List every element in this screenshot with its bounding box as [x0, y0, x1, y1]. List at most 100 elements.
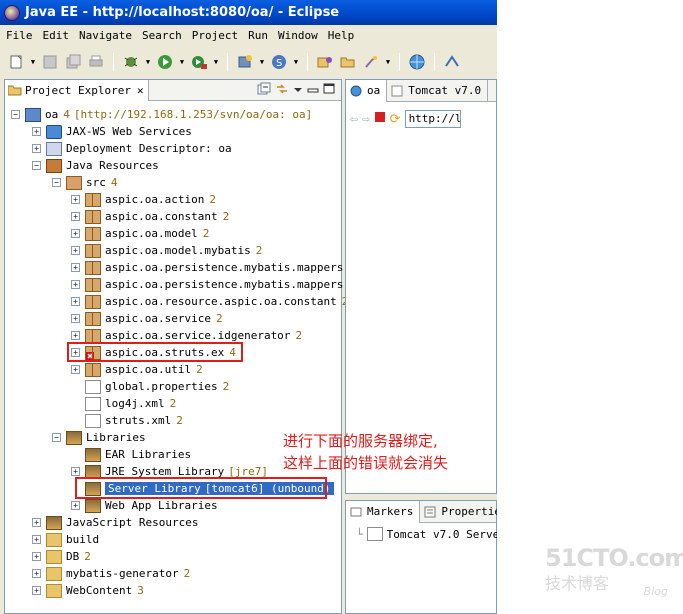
- watermark: 51CTO.com 技术博客 Blog: [545, 544, 683, 604]
- tree-item-package[interactable]: + aspic.oa.persistence.mybatis.mappers.a…: [71, 276, 363, 293]
- menu-help[interactable]: Help: [323, 29, 360, 42]
- tree-item-library[interactable]: + Web App Libraries: [71, 497, 218, 514]
- collapse-toggle-icon[interactable]: −: [11, 110, 20, 119]
- tree-item-jaxws[interactable]: + JAX-WS Web Services: [32, 123, 192, 140]
- tree-item-folder[interactable]: + DB 2: [32, 548, 91, 565]
- tab-oa[interactable]: oa: [346, 79, 388, 102]
- expand-toggle-icon[interactable]: +: [32, 144, 41, 153]
- web-browser-icon[interactable]: [407, 52, 427, 72]
- tree-item-package[interactable]: + aspic.oa.persistence.mybatis.mappers 2: [71, 259, 355, 276]
- menu-window[interactable]: Window: [273, 29, 323, 42]
- expand-toggle-icon[interactable]: +: [71, 314, 80, 323]
- expand-toggle-icon[interactable]: +: [32, 586, 41, 595]
- collapse-all-icon[interactable]: [257, 82, 271, 99]
- expand-toggle-icon[interactable]: +: [71, 195, 80, 204]
- new-server-dropdown-icon[interactable]: ▼: [258, 58, 266, 66]
- tree-item-package[interactable]: + aspic.oa.util 2: [71, 361, 203, 378]
- close-icon[interactable]: ✕: [137, 84, 144, 97]
- tab-tomcat[interactable]: Tomcat v7.0: [387, 79, 489, 102]
- server-list-item[interactable]: └ Tomcat v7.0 Server: [356, 527, 497, 541]
- new-class-dropdown-icon[interactable]: ▼: [292, 58, 300, 66]
- collapse-toggle-icon[interactable]: −: [32, 161, 41, 170]
- tree-item-package[interactable]: + aspic.oa.resource.aspic.oa.constant 2: [71, 293, 348, 310]
- new-server-icon[interactable]: [235, 52, 255, 72]
- external-tools-dropdown-icon[interactable]: ▼: [212, 58, 220, 66]
- save-icon[interactable]: [40, 52, 60, 72]
- debug-icon[interactable]: [121, 52, 141, 72]
- expand-toggle-icon[interactable]: +: [71, 229, 80, 238]
- new-class-icon[interactable]: S: [269, 52, 289, 72]
- expand-toggle-icon[interactable]: +: [32, 569, 41, 578]
- expand-toggle-icon[interactable]: +: [71, 280, 80, 289]
- tab-markers[interactable]: Markers: [346, 500, 421, 523]
- stop-icon[interactable]: [374, 111, 386, 127]
- tree-item-deployment-descriptor[interactable]: + Deployment Descriptor: oa: [32, 140, 232, 157]
- expand-toggle-icon[interactable]: +: [71, 263, 80, 272]
- run-dropdown-icon[interactable]: ▼: [178, 58, 186, 66]
- tree-item-folder[interactable]: + mybatis-generator 2: [32, 565, 190, 582]
- expand-toggle-icon[interactable]: +: [71, 365, 80, 374]
- menu-run[interactable]: Run: [243, 29, 273, 42]
- menu-project[interactable]: Project: [187, 29, 243, 42]
- tab-project-explorer[interactable]: Project Explorer ✕: [5, 79, 149, 101]
- back-icon[interactable]: ⇦: [350, 112, 358, 127]
- new-icon[interactable]: [6, 52, 26, 72]
- tree-item-package[interactable]: + aspic.oa.service 2: [71, 310, 223, 327]
- tree-label: log4j.xml: [105, 397, 165, 410]
- debug-dropdown-icon[interactable]: ▼: [144, 58, 152, 66]
- tab-properties[interactable]: Properties: [420, 501, 497, 523]
- tree-item-package[interactable]: + aspic.oa.action 2: [71, 191, 216, 208]
- external-tools-icon[interactable]: [189, 52, 209, 72]
- open-type-icon[interactable]: [315, 52, 335, 72]
- tree-item-folder[interactable]: + build: [32, 531, 99, 548]
- print-icon[interactable]: [86, 52, 106, 72]
- tree-item-package[interactable]: + aspic.oa.constant 2: [71, 208, 229, 225]
- tree-item-project[interactable]: − oa 4 [http://192.168.1.253/svn/oa/oa: …: [11, 106, 312, 123]
- tree-label: aspic.oa.persistence.mybatis.mappers.au: [105, 278, 364, 291]
- refresh-icon[interactable]: ⟳: [390, 112, 401, 127]
- tree-item-package[interactable]: + aspic.oa.model.mybatis 2: [71, 242, 262, 259]
- menu-edit[interactable]: Edit: [38, 29, 75, 42]
- tree-item-java-resources[interactable]: − Java Resources: [32, 157, 159, 174]
- perspective-icon[interactable]: [442, 52, 462, 72]
- revision-count: 2: [202, 227, 210, 240]
- expand-toggle-icon[interactable]: +: [32, 127, 41, 136]
- tree-item-libraries[interactable]: − Libraries: [52, 429, 146, 446]
- run-icon[interactable]: [155, 52, 175, 72]
- search-dropdown-icon[interactable]: ▼: [384, 58, 392, 66]
- search-icon[interactable]: [361, 52, 381, 72]
- tree-label: JavaScript Resources: [66, 516, 199, 529]
- tree-item-package[interactable]: + aspic.oa.model 2: [71, 225, 209, 242]
- tree-item-folder[interactable]: + WebContent 3: [32, 582, 144, 599]
- expand-toggle-icon[interactable]: +: [32, 535, 41, 544]
- collapse-toggle-icon[interactable]: −: [52, 433, 61, 442]
- expand-toggle-icon[interactable]: +: [32, 518, 41, 527]
- new-dropdown-icon[interactable]: ▼: [29, 58, 37, 66]
- tree-item-javascript-resources[interactable]: + JavaScript Resources: [32, 514, 198, 531]
- link-with-editor-icon[interactable]: [275, 82, 289, 99]
- expand-toggle-icon[interactable]: +: [71, 467, 80, 476]
- forward-icon[interactable]: ⇨: [362, 112, 370, 127]
- tree-item-file[interactable]: global.properties 2: [85, 378, 229, 395]
- tree-item-file[interactable]: struts.xml 2: [85, 412, 183, 429]
- tab-label: Tomcat v7.0: [408, 84, 482, 97]
- tree-item-library[interactable]: EAR Libraries: [85, 446, 191, 463]
- maximize-icon[interactable]: [323, 82, 335, 99]
- expand-toggle-icon[interactable]: +: [71, 246, 80, 255]
- save-all-icon[interactable]: [63, 52, 83, 72]
- expand-toggle-icon[interactable]: +: [71, 297, 80, 306]
- menu-navigate[interactable]: Navigate: [74, 29, 137, 42]
- expand-toggle-icon[interactable]: +: [32, 552, 41, 561]
- tree-item-src[interactable]: − src 4: [52, 174, 118, 191]
- view-menu-icon[interactable]: [293, 82, 303, 99]
- expand-toggle-icon[interactable]: +: [71, 212, 80, 221]
- expand-toggle-icon[interactable]: +: [71, 501, 80, 510]
- minimize-icon[interactable]: [307, 82, 319, 99]
- menu-search[interactable]: Search: [137, 29, 187, 42]
- expand-toggle-icon[interactable]: +: [71, 331, 80, 340]
- open-folder-icon[interactable]: [338, 52, 358, 72]
- collapse-toggle-icon[interactable]: −: [52, 178, 61, 187]
- url-input[interactable]: http://l: [404, 110, 461, 128]
- menu-file[interactable]: File: [0, 29, 38, 42]
- tree-item-file[interactable]: log4j.xml 2: [85, 395, 176, 412]
